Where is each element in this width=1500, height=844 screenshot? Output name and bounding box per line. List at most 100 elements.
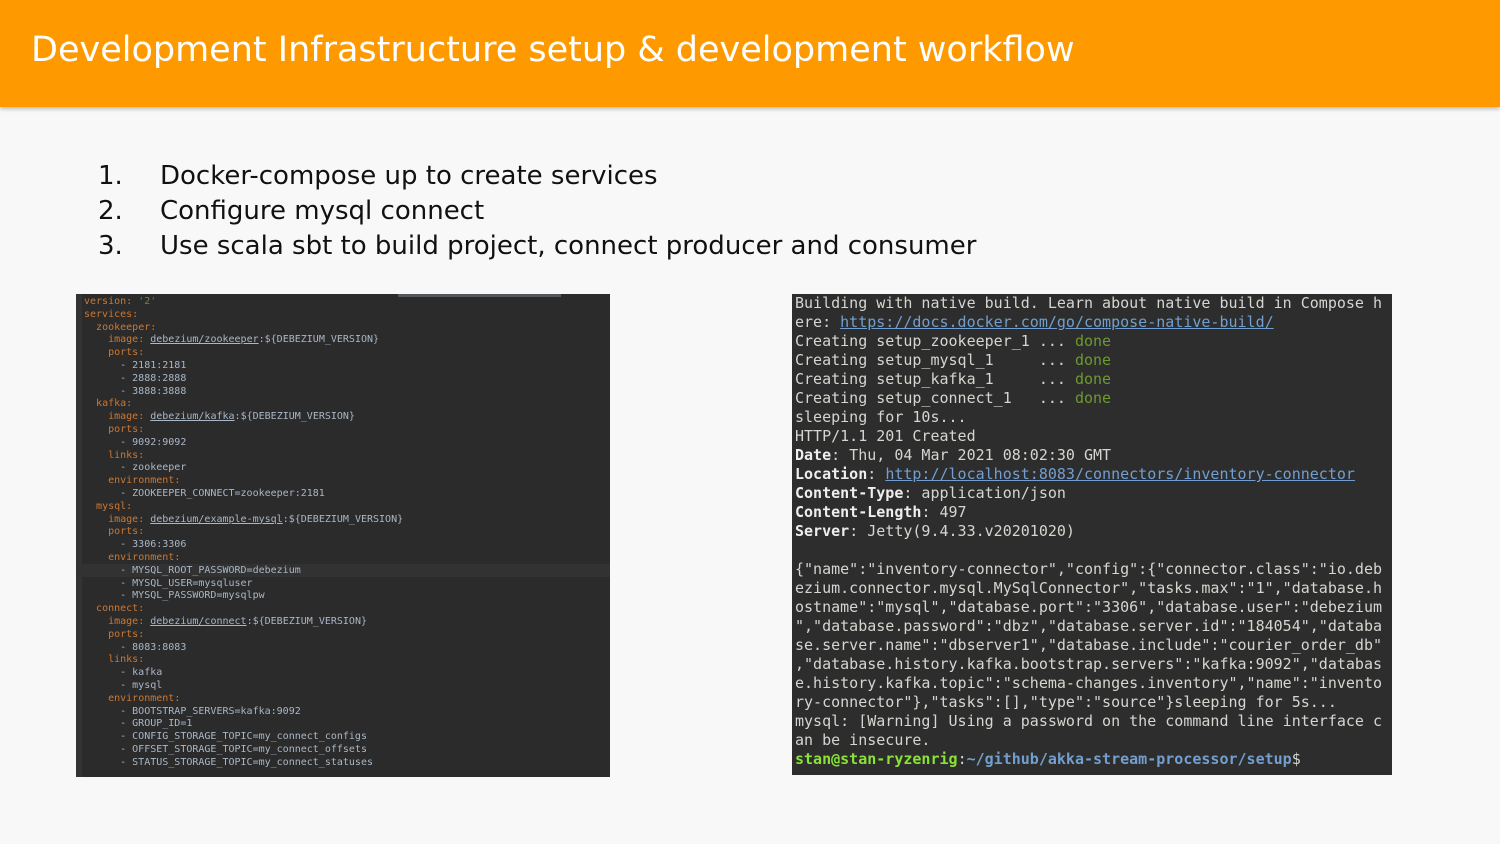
yaml-line: - mysql — [84, 680, 403, 693]
terminal-line: Date: Thu, 04 Mar 2021 08:02:30 GMT — [795, 446, 1382, 465]
yaml-key: zookeeper — [96, 321, 151, 333]
terminal-text-segment: Creating setup_connect_1 ... — [795, 389, 1075, 407]
yaml-image-link[interactable]: debezium/zookeeper — [150, 334, 258, 345]
yaml-line: environment: — [84, 475, 403, 488]
yaml-image-link[interactable]: debezium/kafka — [150, 411, 234, 422]
terminal-text-segment: : — [867, 465, 886, 483]
yaml-key: ports — [108, 423, 139, 435]
yaml-line: - MYSQL_USER=mysqluser — [84, 578, 403, 591]
editor-gutter — [76, 294, 82, 777]
terminal-link[interactable]: http://localhost:8083/connectors/invento… — [885, 465, 1355, 483]
terminal-text-segment: ~/github/akka-stream-processor/setup — [966, 750, 1292, 768]
yaml-value: - 2181:2181 — [120, 359, 187, 371]
terminal-text-segment: : Thu, 04 Mar 2021 08:02:30 GMT — [831, 446, 1112, 464]
yaml-separator: : — [138, 334, 151, 346]
yaml-key: ports — [108, 526, 139, 538]
yaml-line: - STATUS_STORAGE_TOPIC=my_connect_status… — [84, 757, 403, 770]
terminal-text-segment: Location — [795, 465, 868, 483]
yaml-image-link[interactable]: debezium/example-mysql — [150, 514, 282, 525]
step-item: 3. Use scala sbt to build project, conne… — [98, 228, 976, 263]
step-number: 3. — [98, 230, 123, 261]
terminal-text-segment: Creating setup_kafka_1 ... — [795, 370, 1075, 388]
terminal-text-segment: done — [1074, 389, 1112, 407]
slide-title: Development Infrastructure setup & devel… — [31, 30, 1075, 70]
yaml-line: image: debezium/zookeeper:${DEBEZIUM_VER… — [84, 334, 403, 347]
terminal-text-segment: stan@stan-ryzenrig — [795, 750, 958, 768]
terminal-line: e.history.kafka.topic":"schema-changes.i… — [795, 674, 1382, 693]
terminal-line: {"name":"inventory-connector","config":{… — [795, 560, 1382, 579]
yaml-key: links — [108, 449, 139, 461]
terminal-line: sleeping for 10s... — [795, 408, 1382, 427]
step-number: 1. — [98, 160, 123, 191]
terminal-text-segment: Content-Type — [795, 484, 904, 502]
yaml-separator: : — [138, 513, 151, 525]
terminal-text-segment: Creating setup_zookeeper_1 ... — [795, 332, 1075, 350]
yaml-line: ports: — [84, 526, 403, 539]
yaml-line: - 2181:2181 — [84, 360, 403, 373]
terminal-line: Creating setup_mysql_1 ... done — [795, 351, 1382, 370]
terminal-text-segment: done — [1074, 351, 1112, 369]
terminal-text-segment: done — [1074, 332, 1112, 350]
yaml-key: version — [84, 296, 127, 307]
terminal-line: Server: Jetty(9.4.33.v20201020) — [795, 522, 1382, 541]
yaml-line: kafka: — [84, 398, 403, 411]
terminal-text-segment: ostname":"mysql","database.port":"3306",… — [795, 598, 1382, 616]
terminal-line: Content-Length: 497 — [795, 503, 1382, 522]
yaml-separator: : — [126, 500, 133, 512]
terminal-text-segment: sleeping for 10s... — [795, 408, 967, 426]
terminal-line: ostname":"mysql","database.port":"3306",… — [795, 598, 1382, 617]
yaml-value: - MYSQL_ROOT_PASSWORD=debezium — [120, 564, 301, 576]
terminal-line: ezium.connector.mysql.MySqlConnector","t… — [795, 579, 1382, 598]
yaml-line: - MYSQL_ROOT_PASSWORD=debezium — [84, 565, 403, 578]
yaml-value: - zookeeper — [120, 462, 187, 474]
yaml-value: - MYSQL_USER=mysqluser — [120, 577, 253, 589]
terminal-text-segment: done — [1074, 370, 1112, 388]
yaml-key: image — [108, 615, 139, 627]
yaml-line: - MYSQL_PASSWORD=mysqlpw — [84, 590, 403, 603]
yaml-value: - 3306:3306 — [120, 539, 187, 551]
yaml-separator: : — [138, 411, 151, 423]
yaml-key: image — [108, 334, 139, 346]
terminal-text-segment: ","database.password":"dbz","database.se… — [795, 617, 1382, 635]
yaml-value: '2' — [138, 296, 157, 307]
step-text: Docker-compose up to create services — [160, 160, 658, 191]
yaml-separator: : — [138, 615, 151, 627]
editor-scrollbar[interactable] — [398, 294, 561, 297]
terminal-line: Creating setup_connect_1 ... done — [795, 389, 1382, 408]
yaml-value: - 8083:8083 — [120, 641, 187, 653]
step-text: Use scala sbt to build project, connect … — [160, 230, 977, 261]
yaml-line: ports: — [84, 629, 403, 642]
terminal-text-segment: Server — [795, 522, 850, 540]
yaml-value: :${DEBEZIUM_VERSION} — [246, 615, 367, 627]
yaml-value: - 2888:2888 — [120, 372, 187, 384]
yaml-line: image: debezium/example-mysql:${DEBEZIUM… — [84, 514, 403, 527]
yaml-line: links: — [84, 450, 403, 463]
yaml-separator: : — [138, 347, 145, 359]
terminal-text-segment: se.server.name":"dbserver1","database.in… — [795, 636, 1382, 654]
yaml-line: - 8083:8083 — [84, 642, 403, 655]
yaml-separator: : — [174, 551, 181, 563]
yaml-value: - mysql — [120, 679, 163, 691]
step-text: Configure mysql connect — [160, 195, 485, 226]
yaml-value: - CONFIG_STORAGE_TOPIC=my_connect_config… — [120, 731, 367, 743]
yaml-value: - ZOOKEEPER_CONNECT=zookeeper:2181 — [120, 487, 325, 499]
step-item: 2. Configure mysql connect — [98, 193, 976, 228]
docker-compose-yaml-screenshot: version: '2' services: zookeeper: image: … — [76, 294, 610, 777]
yaml-key: environment — [108, 551, 175, 563]
yaml-key: kafka — [96, 398, 127, 410]
yaml-separator: : — [138, 449, 145, 461]
terminal-text-segment: e.history.kafka.topic":"schema-changes.i… — [795, 674, 1382, 692]
yaml-key: links — [108, 654, 139, 666]
yaml-separator: : — [138, 628, 145, 640]
yaml-value: - BOOTSTRAP_SERVERS=kafka:9092 — [120, 705, 301, 717]
yaml-line: ports: — [84, 347, 403, 360]
yaml-key: connect — [96, 603, 139, 615]
yaml-line: services: — [84, 309, 403, 322]
terminal-link[interactable]: https://docs.docker.com/go/compose-nativ… — [840, 313, 1273, 331]
yaml-image-link[interactable]: debezium/connect — [150, 616, 246, 627]
yaml-key: ports — [108, 347, 139, 359]
yaml-separator: : — [138, 526, 145, 538]
yaml-code: version: '2' services: zookeeper: image: … — [84, 296, 403, 769]
terminal-text-segment: Building with native build. Learn about … — [795, 294, 1382, 312]
yaml-separator: : — [138, 603, 145, 615]
